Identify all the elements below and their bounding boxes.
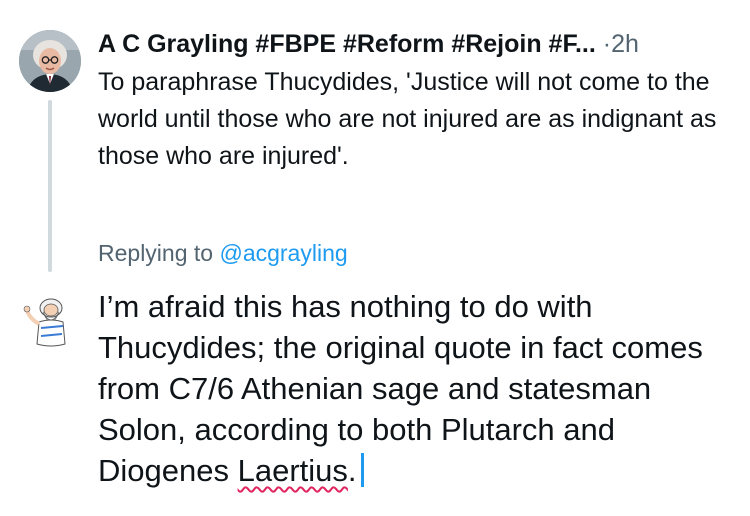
tweet-body: To paraphrase Thucydides, 'Justice will … xyxy=(98,68,717,170)
profile-photo-icon xyxy=(19,30,81,92)
text-cursor xyxy=(360,453,364,487)
replying-to: Replying to @acgrayling xyxy=(98,238,348,268)
thread-connector-line xyxy=(48,100,52,272)
tweet-header: A C Grayling #FBPE #Reform #Rejoin #F...… xyxy=(98,28,639,60)
reply-compose-textarea[interactable]: I’m afraid this has nothing to do with T… xyxy=(98,286,738,491)
tweet-timestamp[interactable]: 2h xyxy=(611,30,639,58)
cartoon-sage-icon xyxy=(19,288,81,350)
reply-author-avatar[interactable] xyxy=(19,288,81,350)
header-separator: · xyxy=(602,30,612,58)
replying-prefix: Replying to xyxy=(98,240,214,266)
reply-draft-text: I’m afraid this has nothing to do with T… xyxy=(98,289,703,488)
reply-draft-period: . xyxy=(347,453,357,488)
author-name[interactable]: A C Grayling #FBPE #Reform #Rejoin #F... xyxy=(98,30,596,58)
spellcheck-flagged-word[interactable]: Laertius xyxy=(238,453,348,488)
author-avatar[interactable] xyxy=(19,30,81,92)
replying-handle-link[interactable]: @acgrayling xyxy=(219,240,347,266)
